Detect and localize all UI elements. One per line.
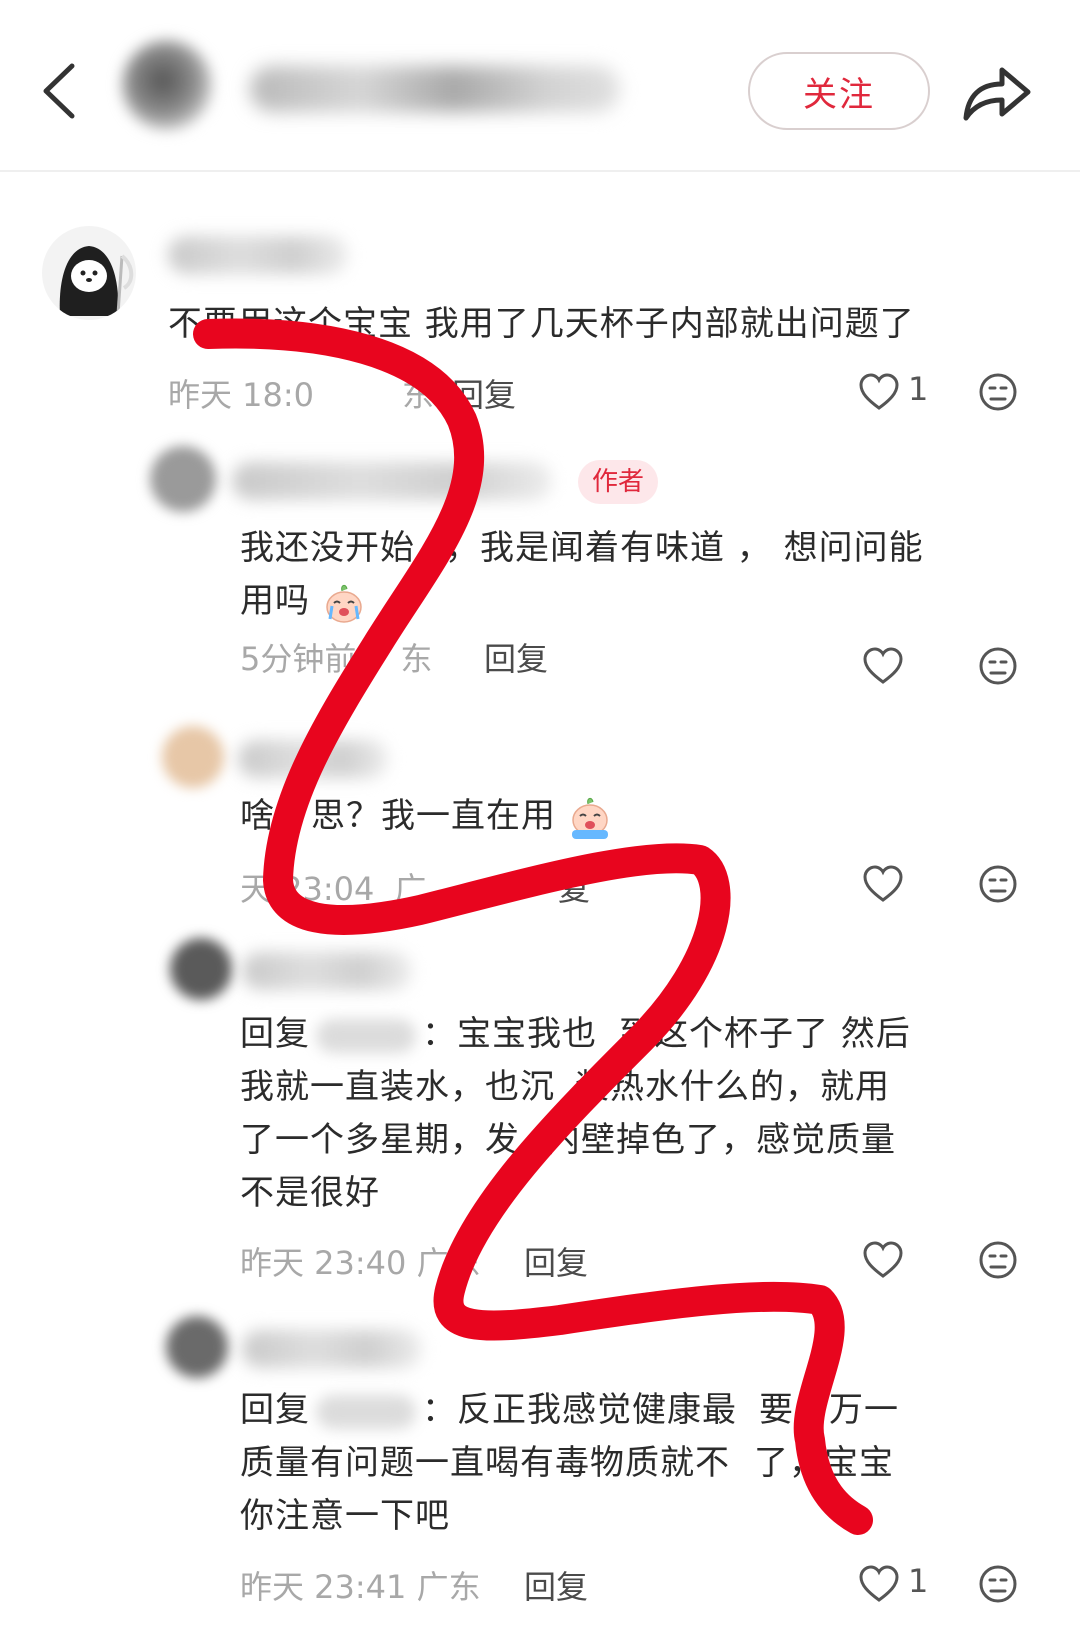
mentioned-user-blurred[interactable]: [316, 1018, 416, 1053]
comment-time: 5分钟前: [240, 640, 357, 678]
neutral-face-icon[interactable]: [978, 372, 1018, 412]
neutral-face-icon[interactable]: [978, 1240, 1018, 1280]
comment-text: 不要用这个宝宝 我用了几天杯子内部就出问题了: [168, 304, 915, 344]
heart-outline-icon[interactable]: [862, 864, 904, 904]
crying-emoji-icon: [571, 797, 608, 839]
reply-button[interactable]: 回复: [484, 634, 548, 680]
comment-text: 啥思？我一直在用: [240, 790, 1030, 843]
commenter-name-blurred[interactable]: [238, 740, 388, 778]
neutral-face-icon[interactable]: [978, 646, 1018, 686]
commenter-avatar[interactable]: [166, 1316, 228, 1378]
commenter-name-blurred[interactable]: [232, 462, 552, 500]
share-arrow-icon: [963, 67, 1031, 121]
commenter-avatar[interactable]: [170, 938, 232, 1000]
crying-emoji-icon: [326, 584, 362, 623]
comment-location: 东: [402, 376, 435, 414]
comment-time: 天 23:04: [240, 870, 375, 908]
heart-outline-icon[interactable]: [862, 646, 904, 686]
author-avatar[interactable]: [122, 40, 212, 130]
commenter-avatar[interactable]: [150, 446, 216, 512]
commenter-name-blurred[interactable]: [242, 952, 412, 990]
comment-meta: 天 23:04 广: [240, 864, 426, 910]
commenter-avatar[interactable]: [42, 226, 136, 320]
comment-text: 回复 ：宝宝我也 到这个杯子了 然后 我就一直装水，也沉 装热水什么的，就用 了一个多…: [240, 1014, 911, 1213]
top-bar: 关注: [0, 0, 1080, 172]
comment-meta: 昨天 23:40 广东: [240, 1244, 481, 1282]
reaper-avatar-icon: [59, 246, 134, 316]
reply-button[interactable]: 回复: [452, 370, 516, 416]
comment-meta: 昨天 18:0 东: [168, 370, 434, 416]
comment-meta: 5分钟前 东: [240, 634, 432, 680]
comment-text: 我还没开始 ，我是闻着有味道 ， 想问问能 用吗: [240, 522, 1030, 628]
follow-button[interactable]: 关注: [748, 52, 930, 130]
heart-outline-icon[interactable]: [862, 1240, 904, 1280]
mentioned-user-blurred[interactable]: [316, 1394, 416, 1429]
like-count: 1: [908, 1562, 929, 1600]
back-button[interactable]: [34, 56, 94, 126]
commenter-avatar[interactable]: [162, 726, 224, 788]
reply-button[interactable]: 复: [558, 864, 590, 910]
reply-button[interactable]: 回复: [524, 1562, 588, 1608]
share-button[interactable]: [958, 56, 1038, 128]
chevron-left-icon: [43, 63, 75, 119]
neutral-face-icon[interactable]: [978, 864, 1018, 904]
commenter-name-blurred[interactable]: [242, 1330, 422, 1368]
author-badge: 作者: [578, 460, 659, 504]
neutral-face-icon[interactable]: [978, 1564, 1018, 1604]
comment-time: 昨天 18:0: [168, 376, 315, 414]
like-count: 1: [908, 370, 929, 408]
comment-location: 广: [394, 870, 427, 908]
reply-button[interactable]: 回复: [524, 1238, 588, 1284]
commenter-name-blurred[interactable]: [168, 236, 348, 274]
comment-meta: 昨天 23:41 广东: [240, 1568, 481, 1606]
heart-outline-icon[interactable]: [858, 1564, 900, 1604]
author-name-blurred[interactable]: [250, 66, 620, 112]
comment-location: 东: [400, 640, 433, 678]
heart-outline-icon[interactable]: [858, 372, 900, 412]
comment-text: 回复 ：反正我感觉健康最 要，万一 质量有问题一直喝有毒物质就不 了，宝宝 你注意一下…: [240, 1390, 899, 1536]
